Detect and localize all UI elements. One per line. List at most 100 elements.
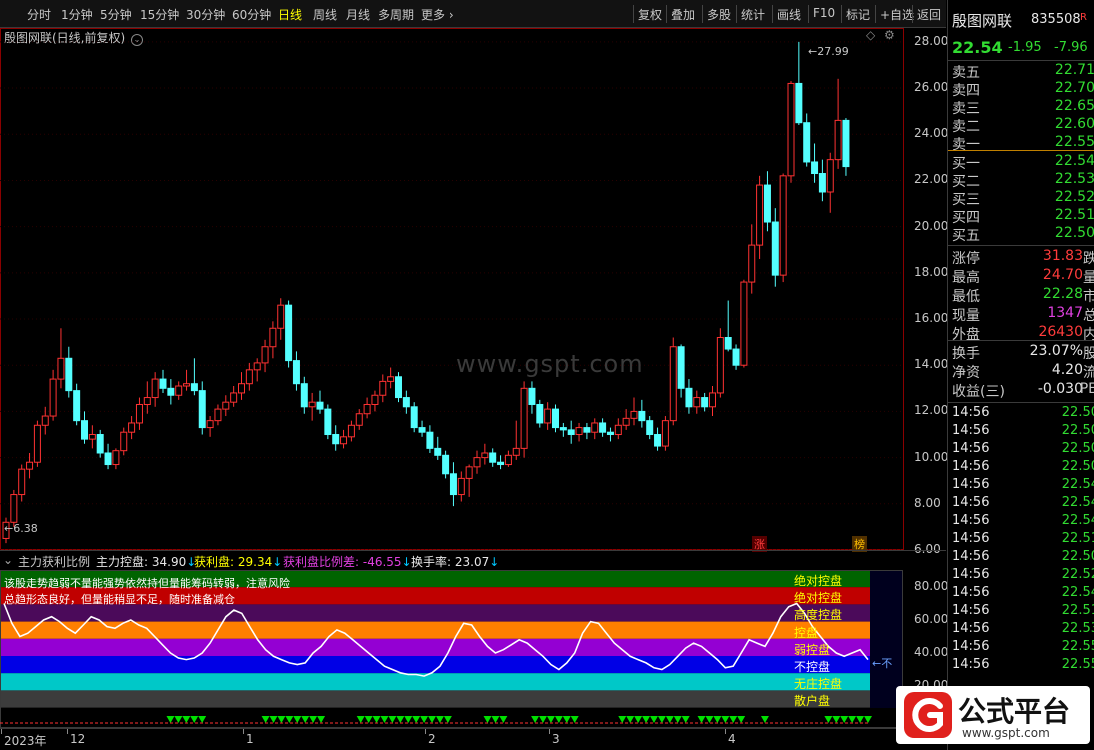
toolbar-button-4[interactable]: 画线 bbox=[777, 6, 801, 23]
tick-row: 14:56 22.54 bbox=[952, 585, 1094, 603]
candle-body bbox=[261, 346, 269, 364]
candle-body bbox=[724, 337, 732, 350]
brand-logo: 公式平台 www.gspt.com bbox=[896, 686, 1090, 744]
signal-marker bbox=[673, 716, 682, 723]
tick-row: 14:56 22.55 bbox=[952, 657, 1094, 675]
tick-price: 22.54 bbox=[1061, 585, 1094, 600]
ask-row-value: 22.71 bbox=[1054, 62, 1094, 78]
tick-row: 14:56 22.50 bbox=[952, 549, 1094, 567]
signal-marker bbox=[626, 716, 635, 723]
period-tab-10[interactable]: 更多 › bbox=[421, 6, 454, 23]
band-label-7: 散户盘 bbox=[794, 694, 831, 709]
candle-body bbox=[175, 385, 183, 396]
signal-marker bbox=[705, 716, 714, 723]
tick-row: 14:56 22.55 bbox=[952, 639, 1094, 657]
period-tab-0[interactable]: 分时 bbox=[27, 6, 51, 23]
indicator-menu-icon[interactable]: ⌄ bbox=[3, 553, 13, 567]
candle-body bbox=[583, 427, 591, 433]
price-tick-label: 24.00 bbox=[914, 126, 949, 141]
toolbar-button-1[interactable]: 叠加 bbox=[671, 6, 695, 23]
signal-marker bbox=[618, 716, 627, 723]
toolbar-button-6[interactable]: 标记 bbox=[846, 6, 870, 23]
tick-time: 14:56 bbox=[952, 549, 990, 564]
signal-marker bbox=[546, 716, 555, 723]
price-tick-label: 28.00 bbox=[914, 33, 949, 48]
toolbar-button-2[interactable]: 多股 bbox=[707, 6, 731, 23]
signal-marker bbox=[570, 716, 579, 723]
ask-row-value: 22.60 bbox=[1054, 116, 1094, 132]
indicator-value-1: 获利盘: 29.34↓ bbox=[194, 555, 283, 569]
period-tab-3[interactable]: 15分钟 bbox=[140, 6, 179, 23]
candle-body bbox=[143, 397, 151, 405]
signal-marker bbox=[649, 716, 658, 723]
signal-marker bbox=[657, 716, 666, 723]
period-tab-2[interactable]: 5分钟 bbox=[100, 6, 132, 23]
toolbar-button-7[interactable]: +自选 bbox=[880, 6, 914, 23]
candle-body bbox=[787, 82, 795, 177]
toolbar-button-8[interactable]: 返回 bbox=[917, 6, 941, 23]
signal-marker bbox=[562, 716, 571, 723]
stat2-row-value: -0.030 bbox=[1037, 381, 1083, 397]
tick-price: 22.55 bbox=[1061, 657, 1094, 672]
candle-body bbox=[300, 383, 308, 408]
band-4 bbox=[0, 638, 870, 656]
date-tick-label: 2 bbox=[428, 732, 436, 746]
tick-row: 14:56 22.54 bbox=[952, 513, 1094, 531]
toolbar-button-0[interactable]: 复权 bbox=[638, 6, 662, 23]
candle-body bbox=[340, 436, 348, 445]
toolbar-button-5[interactable]: F10 bbox=[813, 6, 835, 20]
candle-body bbox=[363, 403, 371, 415]
candle-body bbox=[57, 357, 65, 380]
candle-body bbox=[418, 427, 426, 433]
period-tab-5[interactable]: 60分钟 bbox=[232, 6, 271, 23]
date-tick bbox=[549, 729, 550, 734]
signal-marker bbox=[412, 716, 421, 723]
signal-marker bbox=[737, 716, 746, 723]
toolbar-separator bbox=[633, 5, 634, 23]
period-tab-6[interactable]: 日线 bbox=[278, 6, 302, 23]
last-price: 22.54 bbox=[952, 38, 1003, 57]
period-tab-1[interactable]: 1分钟 bbox=[61, 6, 93, 23]
stat-row-label: 外盘 bbox=[952, 327, 980, 343]
tick-price: 22.54 bbox=[1061, 495, 1094, 510]
candle-body bbox=[206, 420, 214, 429]
logo-text: 公式平台 bbox=[958, 695, 1071, 728]
toolbar-button-3[interactable]: 统计 bbox=[741, 6, 765, 23]
candle-body bbox=[481, 452, 489, 459]
candle-body bbox=[591, 422, 599, 433]
date-tick bbox=[425, 729, 426, 734]
tick-row: 14:56 22.53 bbox=[952, 621, 1094, 639]
candle-body bbox=[465, 466, 473, 479]
period-tab-4[interactable]: 30分钟 bbox=[186, 6, 225, 23]
tick-price: 22.55 bbox=[1061, 639, 1094, 654]
toolbar-separator bbox=[702, 5, 703, 23]
signal-marker bbox=[277, 716, 286, 723]
candle-body bbox=[732, 348, 740, 366]
candle-body bbox=[308, 401, 316, 408]
candle-body bbox=[693, 397, 701, 408]
candle-body bbox=[26, 461, 34, 470]
candle-body bbox=[81, 420, 88, 440]
tick-row: 14:56 22.54 bbox=[952, 477, 1094, 495]
stat2-row: 换手 23.07% 股 bbox=[952, 343, 1094, 362]
period-tab-7[interactable]: 周线 bbox=[313, 6, 337, 23]
tick-price: 22.51 bbox=[1061, 531, 1094, 546]
bid-row: 买五 22.50 bbox=[952, 225, 1094, 244]
period-tab-8[interactable]: 月线 bbox=[346, 6, 370, 23]
candlestick-chart[interactable] bbox=[0, 28, 946, 550]
candle-body bbox=[449, 473, 457, 496]
tick-price: 22.50 bbox=[1061, 405, 1094, 420]
tick-price: 22.50 bbox=[1061, 549, 1094, 564]
candle-body bbox=[434, 447, 442, 456]
candle-body bbox=[222, 401, 230, 410]
signal-marker bbox=[435, 716, 444, 723]
stock-badge: R bbox=[1080, 12, 1087, 23]
candle-body bbox=[685, 387, 693, 408]
indicator-value-3: 换手率: 23.07↓ bbox=[411, 555, 500, 569]
period-tab-9[interactable]: 多周期 bbox=[378, 6, 414, 23]
candle-body bbox=[410, 406, 418, 429]
indicator-name[interactable]: 主力获利比例 bbox=[18, 553, 90, 570]
candle-body bbox=[442, 454, 450, 475]
candle-body bbox=[230, 392, 238, 403]
watermark: www.gspt.com bbox=[456, 350, 644, 378]
